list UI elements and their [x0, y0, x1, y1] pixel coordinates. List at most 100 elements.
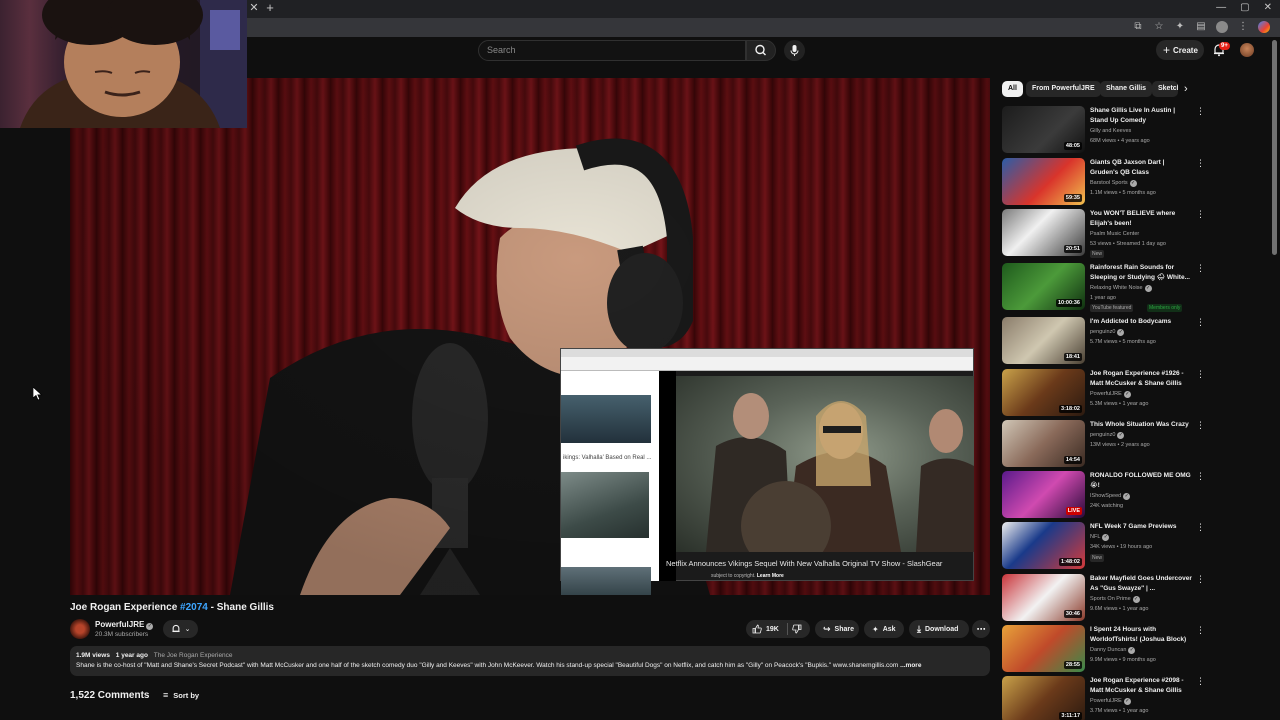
list-item[interactable]: 3:11:17 Joe Rogan Experience #2098 - Mat…	[1002, 676, 1205, 720]
close-tab-icon[interactable]: ✕	[248, 2, 260, 14]
recommendation-title[interactable]: I'm Addicted to Bodycams	[1090, 317, 1194, 327]
more-vert-icon[interactable]: ⋮	[1196, 421, 1205, 430]
more-vert-icon[interactable]: ⋮	[1196, 472, 1205, 481]
recommendation-channel[interactable]: Gilly and Keeves	[1090, 128, 1131, 134]
more-actions-button[interactable]: ⋯	[972, 620, 990, 638]
list-item[interactable]: 30:46 Baker Mayfield Goes Undercover As …	[1002, 574, 1205, 622]
recommendation-title[interactable]: NFL Week 7 Game Previews	[1090, 522, 1194, 532]
recommendation-title[interactable]: You WON'T BELIEVE where Elijah's been!	[1090, 209, 1194, 229]
list-item[interactable]: 14:54 This Whole Situation Was Crazy pen…	[1002, 420, 1205, 468]
video-thumbnail[interactable]: 14:54	[1002, 420, 1085, 467]
recommendation-channel[interactable]: PowerfulJRE ✓	[1090, 698, 1131, 705]
search-input[interactable]: Search	[478, 40, 746, 61]
more-vert-icon[interactable]: ⋮	[1196, 575, 1205, 584]
more-vert-icon[interactable]: ⋮	[1196, 626, 1205, 635]
recommendation-channel[interactable]: Relaxing White Noise ✓	[1090, 285, 1152, 292]
video-player[interactable]: ikings: Valhalla' Based on Real ... Netf…	[70, 78, 990, 595]
video-thumbnail[interactable]: 48:05	[1002, 106, 1085, 153]
video-thumbnail[interactable]: 10:00:36	[1002, 263, 1085, 310]
recommendation-channel[interactable]: penguinz0 ✓	[1090, 329, 1125, 336]
subscribed-notifications-button[interactable]: ⌄	[163, 620, 198, 638]
hashtag-link[interactable]: #2074	[180, 602, 208, 613]
recommendation-channel[interactable]: IShowSpeed ✓	[1090, 493, 1131, 500]
list-item[interactable]: 18:41 I'm Addicted to Bodycams penguinz0…	[1002, 317, 1205, 365]
thumbs-down-icon[interactable]	[792, 624, 802, 634]
video-thumbnail[interactable]: 3:18:02	[1002, 369, 1085, 416]
channel-name[interactable]: PowerfulJRE ✓	[95, 620, 154, 630]
more-vert-icon[interactable]: ⋮	[1196, 107, 1205, 116]
like-button[interactable]: 19K	[752, 624, 779, 634]
voice-search-button[interactable]	[784, 40, 805, 61]
install-app-icon[interactable]: ⧉	[1132, 21, 1144, 33]
extensions-icon[interactable]: ✦	[1174, 21, 1186, 33]
more-vert-icon[interactable]: ⋮	[1196, 159, 1205, 168]
more-vert-icon[interactable]: ⋮	[1196, 210, 1205, 219]
account-avatar[interactable]	[1240, 43, 1254, 57]
chip-sketch[interactable]: Sketch	[1152, 81, 1178, 97]
close-window-icon[interactable]: ✕	[1264, 2, 1272, 13]
chip-shane-gillis[interactable]: Shane Gillis	[1100, 81, 1153, 97]
browser-profile-icon[interactable]	[1216, 21, 1228, 33]
list-item[interactable]: 28:55 I Spent 24 Hours with WorldofTshir…	[1002, 625, 1205, 673]
recommendation-channel[interactable]: Sports On Prime ✓	[1090, 596, 1140, 603]
video-thumbnail[interactable]: 30:46	[1002, 574, 1085, 621]
recommendation-channel[interactable]: Psalm Music Center	[1090, 231, 1139, 237]
video-thumbnail[interactable]: 3:11:17	[1002, 676, 1085, 720]
recommendation-channel[interactable]: NFL ✓	[1090, 534, 1110, 541]
recommendation-title[interactable]: I Spent 24 Hours with WorldofTshirts! (J…	[1090, 625, 1194, 645]
recommendation-title[interactable]: Rainforest Rain Sounds for Sleeping or S…	[1090, 263, 1194, 283]
chip-all[interactable]: All	[1002, 81, 1023, 97]
create-button[interactable]: + Create	[1156, 40, 1204, 60]
list-item[interactable]: 1:48:02 NFL Week 7 Game Previews NFL ✓ 34…	[1002, 522, 1205, 570]
video-thumbnail[interactable]: 28:55	[1002, 625, 1085, 672]
chevron-right-icon[interactable]: ›	[1184, 83, 1196, 95]
recommendation-title[interactable]: Baker Mayfield Goes Undercover As "Gus S…	[1090, 574, 1194, 594]
video-thumbnail[interactable]: LIVE	[1002, 471, 1085, 518]
chip-from-channel[interactable]: From PowerfulJRE	[1026, 81, 1101, 97]
recommendation-title[interactable]: Joe Rogan Experience #1926 - Matt McCusk…	[1090, 369, 1194, 389]
recommendation-title[interactable]: This Whole Situation Was Crazy	[1090, 420, 1194, 430]
list-item[interactable]: 20:51 You WON'T BELIEVE where Elijah's b…	[1002, 209, 1205, 258]
more-vert-icon[interactable]: ⋮	[1196, 677, 1205, 686]
recommendation-channel[interactable]: Barstool Sports ✓	[1090, 180, 1137, 187]
recommendation-title[interactable]: RONALDO FOLLOWED ME OMG 😭!	[1090, 471, 1194, 491]
page-scrollbar[interactable]	[1272, 40, 1277, 255]
video-thumbnail[interactable]: 1:48:02	[1002, 522, 1085, 569]
verified-check-icon: ✓	[1123, 698, 1131, 705]
show-more-link[interactable]: ...more	[900, 662, 921, 669]
search-button[interactable]	[746, 40, 776, 61]
video-thumbnail[interactable]: 20:51	[1002, 209, 1085, 256]
minimize-icon[interactable]: —	[1216, 2, 1226, 13]
recommendation-title[interactable]: Joe Rogan Experience #2098 - Matt McCusk…	[1090, 676, 1194, 696]
download-button[interactable]: ⤓ Download	[909, 620, 969, 638]
restore-icon[interactable]: ▢	[1240, 2, 1249, 13]
browser-menu-icon[interactable]: ⋮	[1237, 21, 1249, 33]
recommendation-title[interactable]: Shane Gillis Live In Austin | Stand Up C…	[1090, 106, 1194, 126]
duration-badge: 48:05	[1063, 142, 1082, 150]
list-item[interactable]: 10:00:36 Rainforest Rain Sounds for Slee…	[1002, 263, 1205, 312]
recommendation-channel[interactable]: Danny Duncan ✓	[1090, 647, 1136, 654]
description-tag[interactable]: The Joe Rogan Experience	[154, 652, 233, 659]
list-item[interactable]: 48:05 Shane Gillis Live In Austin | Stan…	[1002, 106, 1205, 154]
list-item[interactable]: LIVE RONALDO FOLLOWED ME OMG 😭! IShowSpe…	[1002, 471, 1205, 519]
list-item[interactable]: 59:35 Giants QB Jaxson Dart | Gruden's Q…	[1002, 158, 1205, 206]
bookmark-star-icon[interactable]: ☆	[1153, 21, 1165, 33]
recommendation-channel[interactable]: PowerfulJRE ✓	[1090, 391, 1131, 398]
recommendation-title[interactable]: Giants QB Jaxson Dart | Gruden's QB Clas…	[1090, 158, 1194, 178]
more-vert-icon[interactable]: ⋮	[1196, 370, 1205, 379]
bookmarks-icon[interactable]: ▤	[1195, 21, 1207, 33]
list-item[interactable]: 3:18:02 Joe Rogan Experience #1926 - Mat…	[1002, 369, 1205, 417]
channel-avatar[interactable]	[70, 619, 90, 639]
gemini-icon[interactable]	[1258, 21, 1270, 33]
video-thumbnail[interactable]: 59:35	[1002, 158, 1085, 205]
new-tab-icon[interactable]: +	[264, 1, 276, 15]
more-vert-icon[interactable]: ⋮	[1196, 264, 1205, 273]
more-vert-icon[interactable]: ⋮	[1196, 523, 1205, 532]
recommendation-channel[interactable]: penguinz0 ✓	[1090, 432, 1125, 439]
description-box[interactable]: 1.9M views 1 year ago The Joe Rogan Expe…	[70, 646, 990, 676]
share-button[interactable]: ↪ Share	[815, 620, 859, 638]
ask-button[interactable]: ✦ Ask	[864, 620, 904, 638]
sort-comments-button[interactable]: ≡ Sort by	[163, 690, 199, 700]
video-thumbnail[interactable]: 18:41	[1002, 317, 1085, 364]
more-vert-icon[interactable]: ⋮	[1196, 318, 1205, 327]
